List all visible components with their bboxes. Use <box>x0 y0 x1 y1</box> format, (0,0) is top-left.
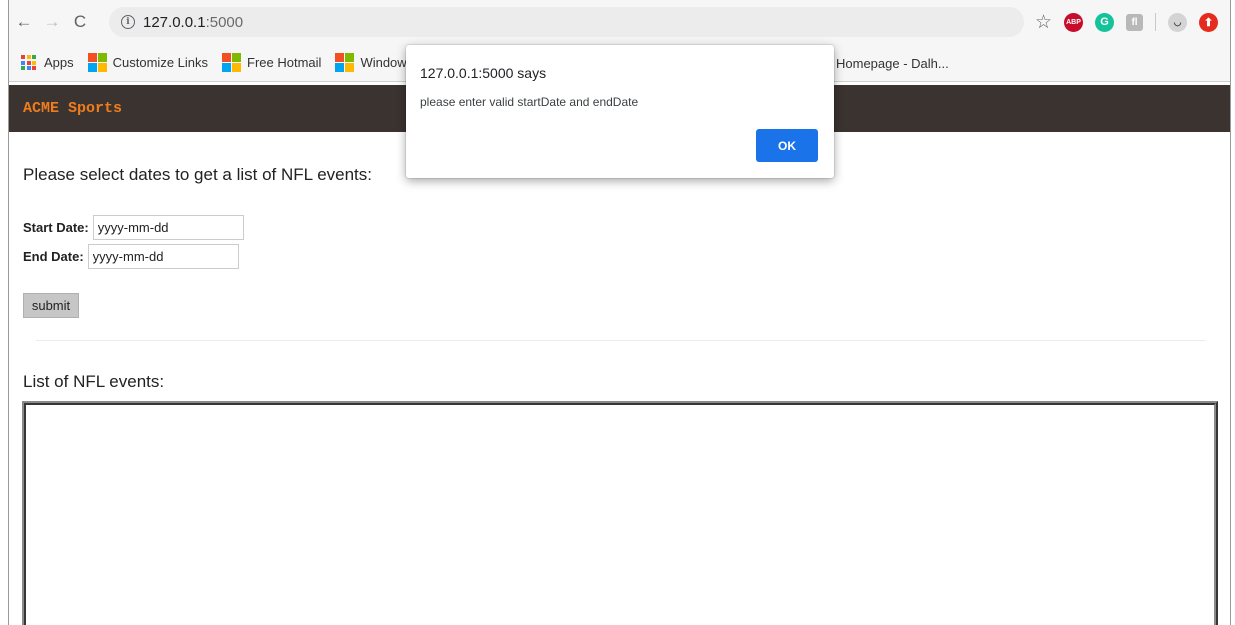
bookmark-label: Free Hotmail <box>247 55 322 70</box>
alert-dialog: 127.0.0.1:5000 says please enter valid s… <box>406 45 834 178</box>
windows-logo-icon <box>87 53 107 72</box>
end-date-row: End Date: <box>23 244 239 269</box>
events-list-title: List of NFL events: <box>23 372 165 391</box>
info-icon[interactable]: i <box>121 15 135 29</box>
adblock-icon[interactable]: ABP <box>1064 12 1083 32</box>
back-arrow-icon: ← <box>15 12 33 31</box>
bookmark-windows[interactable]: Windows <box>335 53 413 72</box>
end-date-label: End Date: <box>23 249 84 264</box>
start-date-row: Start Date: <box>23 215 244 240</box>
forward-button[interactable]: → <box>39 9 65 35</box>
bookmark-homepage[interactable]: Homepage - Dalh... <box>836 44 949 82</box>
update-icon[interactable]: ⬆ <box>1199 12 1218 32</box>
bookmark-free-hotmail[interactable]: Free Hotmail <box>222 53 321 72</box>
start-date-label: Start Date: <box>23 220 89 235</box>
apps-grid-icon <box>21 55 36 70</box>
submit-button[interactable]: submit <box>23 293 79 318</box>
bookmark-label: Homepage - Dalh... <box>836 55 949 71</box>
bookmark-star-icon[interactable]: ☆ <box>1035 11 1052 34</box>
events-list-box[interactable] <box>22 401 1218 625</box>
grammarly-icon[interactable]: G <box>1095 12 1114 32</box>
toolbar-divider <box>1155 13 1156 31</box>
toolbar-extensions: ☆ ABP G fl ◡ ⬆ <box>1035 0 1218 44</box>
bookmark-customize-links[interactable]: Customize Links <box>87 53 209 72</box>
reload-button[interactable]: C <box>67 9 93 35</box>
brand-logo[interactable]: ACME Sports <box>23 100 122 117</box>
url-host: 127.0.0.1 <box>143 13 206 31</box>
end-date-input[interactable] <box>87 244 239 269</box>
page-prompt: Please select dates to get a list of NFL… <box>23 165 372 184</box>
bookmark-apps-label: Apps <box>44 55 74 70</box>
windows-logo-icon <box>335 53 355 72</box>
extension-icon[interactable]: fl <box>1126 13 1143 31</box>
divider <box>36 340 1206 341</box>
dialog-message: please enter valid startDate and endDate <box>420 95 639 109</box>
ok-button[interactable]: OK <box>756 129 818 162</box>
dialog-title: 127.0.0.1:5000 says <box>420 65 547 81</box>
url-port: :5000 <box>205 13 244 31</box>
windows-logo-icon <box>222 53 242 72</box>
bookmark-label: Customize Links <box>112 55 209 70</box>
start-date-input[interactable] <box>92 215 244 240</box>
profile-icon[interactable]: ◡ <box>1168 12 1187 32</box>
forward-arrow-icon: → <box>43 12 61 31</box>
address-bar[interactable]: i 127.0.0.1:5000 <box>109 7 1024 37</box>
browser-toolbar: ← → C i 127.0.0.1:5000 ☆ ABP G fl ◡ ⬆ <box>9 0 1230 44</box>
reload-icon: C <box>73 12 87 31</box>
bookmark-apps[interactable]: Apps <box>21 55 74 70</box>
back-button[interactable]: ← <box>11 9 37 35</box>
